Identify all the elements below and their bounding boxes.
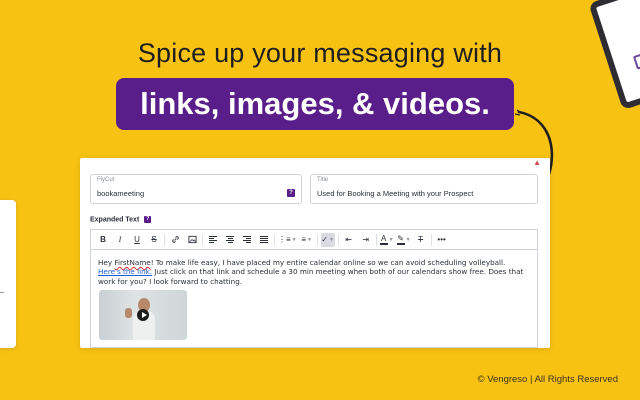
expanded-text-title: Expanded Text [90,216,140,224]
copyright-footer: © Vengreso | All Rights Reserved [477,374,618,385]
side-card-left [0,200,16,348]
align-left-icon[interactable] [206,233,220,247]
toolbar-divider [164,233,165,246]
align-justify-icon[interactable] [257,233,271,247]
toolbar-divider [202,233,203,246]
clear-format-icon[interactable]: T [414,233,428,247]
card-header: ▲ [80,158,550,170]
italic-button[interactable]: I [113,233,127,247]
title-value[interactable]: Used for Booking a Meeting with your Pro… [317,189,473,198]
spellcheck-icon[interactable]: ✓ ▼ [320,232,335,247]
text-color-icon[interactable]: A ▼ [379,233,394,247]
link-icon[interactable] [168,233,182,247]
headline: Spice up your messaging with [137,38,503,68]
body-text-2: Just click on that link and schedule a 3… [98,267,524,286]
expanded-text-label: Expanded Text ? [90,216,152,224]
flycut-value[interactable]: bookameeting [97,189,144,198]
play-icon[interactable] [137,309,149,321]
first-name-token: FirstName [114,258,151,267]
title-label: Title [317,177,329,183]
title-field[interactable]: Title Used for Booking a Meeting with yo… [310,174,538,204]
numbered-list-icon[interactable]: ≡ ▼ [300,233,314,247]
chevron-down-icon: ▼ [405,236,411,243]
body-text-1: ! To make life easy, I have placed my en… [150,258,506,267]
side-card-tick [0,292,4,293]
align-right-icon[interactable] [240,233,254,247]
chevron-down-icon: ▼ [306,236,312,243]
chevron-down-icon: ▼ [329,236,334,243]
headline-highlight: links, images, & videos. [116,78,514,130]
collapse-caret-icon[interactable]: ▲ [533,158,541,167]
strikethrough-button[interactable]: S [147,233,161,247]
flycut-field[interactable]: FlyCut bookameeting ? [90,174,302,204]
message-body[interactable]: Hey FirstName! To make life easy, I have… [98,258,530,286]
expanded-text-editor[interactable]: Hey FirstName! To make life easy, I have… [90,249,538,348]
indent-icon[interactable]: ⇥ [359,233,373,247]
toolbar-divider [375,233,377,246]
expanded-help-icon[interactable]: ? [144,216,152,223]
toolbar-divider [316,233,318,246]
video-thumbnail[interactable] [99,290,187,340]
toolbar-divider [430,233,432,246]
bullet-list-icon[interactable]: ⋮≡ ▼ [278,233,297,247]
editor-toolbar: B I U S ⋮≡ ▼ ≡ ▼ ✓ ▼ ⇤ ⇥ A ▼ ✎ ▼ T ••• [90,229,538,249]
align-center-icon[interactable] [223,233,237,247]
toolbar-divider [337,233,339,246]
flycut-help-icon[interactable]: ? [287,189,295,197]
flycut-label: FlyCut [97,177,115,183]
image-icon[interactable] [185,233,199,247]
highlight-color-icon[interactable]: ✎ ▼ [396,233,411,247]
toolbar-divider [274,233,275,246]
outdent-icon[interactable]: ⇤ [342,233,356,247]
bold-button[interactable]: B [96,233,110,247]
body-greeting: Hey [98,258,115,267]
chevron-down-icon: ▼ [388,236,394,243]
editor-card: ▲ FlyCut bookameeting ? Title Used for B… [80,158,550,348]
chevron-down-icon: ▼ [291,236,297,243]
calendar-link[interactable]: Here's the link. [98,267,152,276]
more-options-button[interactable]: ••• [435,233,449,247]
underline-button[interactable]: U [130,233,144,247]
